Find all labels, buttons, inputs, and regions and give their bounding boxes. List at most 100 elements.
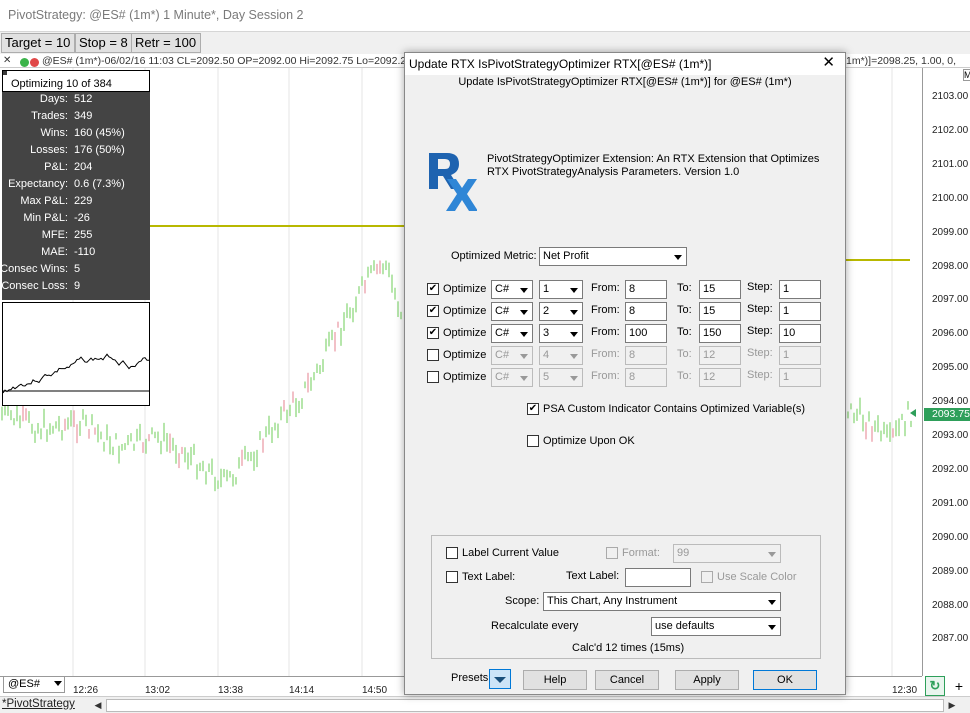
text-label-input[interactable]: [625, 568, 691, 587]
text-label-field-label: Text Label:: [566, 570, 620, 582]
help-button[interactable]: Help: [523, 670, 587, 690]
index-select[interactable]: 5: [539, 368, 583, 387]
presets-dropdown-button[interactable]: [489, 669, 511, 689]
from-label: From:: [591, 370, 620, 382]
refresh-button[interactable]: ↻: [925, 676, 945, 696]
optimize-upon-ok-label: Optimize Upon OK: [543, 435, 635, 447]
variable-value: C#: [495, 305, 510, 317]
recalc-select[interactable]: use defaults: [651, 617, 781, 636]
stop-button[interactable]: Stop = 8: [75, 33, 133, 53]
tab-pivotstrategy[interactable]: *PivotStrategy: [2, 698, 75, 710]
step-input[interactable]: 1: [779, 280, 821, 299]
chevron-down-icon: [671, 248, 686, 265]
close-icon[interactable]: ✕: [3, 56, 13, 66]
time-tick: 12:30: [892, 685, 918, 696]
scope-value: This Chart, Any Instrument: [547, 595, 678, 607]
optimize-checkbox[interactable]: [427, 371, 439, 383]
optimize-label: Optimize: [443, 305, 487, 317]
target-button[interactable]: Target = 10: [1, 33, 75, 53]
use-scale-color-label: Use Scale Color: [717, 571, 797, 583]
scroll-left-icon[interactable]: ◀: [92, 699, 104, 712]
from-input[interactable]: 8: [625, 280, 667, 299]
time-tick: 12:26: [73, 685, 99, 696]
stat-row: Trades: 349: [2, 110, 150, 127]
add-tab-button[interactable]: +: [950, 676, 968, 696]
cancel-button[interactable]: Cancel: [595, 670, 659, 690]
step-input[interactable]: 1: [779, 368, 821, 387]
variable-select[interactable]: C#: [491, 346, 533, 365]
price-tick: 2097.00: [932, 294, 969, 306]
index-select[interactable]: 4: [539, 346, 583, 365]
index-select[interactable]: 1: [539, 280, 583, 299]
format-checkbox[interactable]: [606, 547, 618, 559]
stat-row: P&L: 204: [2, 161, 150, 178]
scope-select[interactable]: This Chart, Any Instrument: [543, 592, 781, 611]
price-tick: 2103.00: [932, 91, 969, 102]
stat-value: 255: [74, 229, 93, 241]
symbol-combo[interactable]: @ES#: [3, 676, 65, 693]
price-tick: 2096.00: [932, 328, 969, 340]
stat-label: Wins:: [40, 127, 69, 139]
variable-select[interactable]: C#: [491, 280, 533, 299]
to-input[interactable]: 15: [699, 302, 741, 321]
equity-line: [2, 353, 150, 394]
index-value: 4: [543, 349, 550, 361]
format-select[interactable]: 99: [673, 544, 781, 563]
price-tick: 2100.00: [932, 192, 969, 204]
index-value: 5: [543, 371, 550, 383]
optimize-upon-ok-checkbox[interactable]: [527, 435, 539, 447]
optimize-checkbox[interactable]: ✔: [427, 327, 439, 339]
optimize-label: Optimize: [443, 349, 487, 361]
psa-checkbox[interactable]: ✔: [527, 403, 539, 415]
scroll-right-icon[interactable]: ▶: [946, 699, 958, 712]
from-input[interactable]: 8: [625, 368, 667, 387]
chevron-down-icon: [567, 347, 582, 364]
stat-label: Min P&L:: [23, 212, 68, 224]
close-icon[interactable]: ✕: [822, 55, 835, 71]
text-label-cb-label: Text Label:: [462, 571, 516, 583]
optimize-checkbox[interactable]: ✔: [427, 283, 439, 295]
window-title: PivotStrategy: @ES# (1m*) 1 Minute*, Day…: [8, 8, 304, 22]
stat-row: Wins: 160 (45%): [2, 127, 150, 144]
horizontal-scrollbar[interactable]: [106, 699, 944, 712]
to-input[interactable]: 12: [699, 368, 741, 387]
to-input[interactable]: 12: [699, 346, 741, 365]
use-scale-color-checkbox[interactable]: [701, 571, 713, 583]
variable-select[interactable]: C#: [491, 368, 533, 387]
from-input[interactable]: 8: [625, 302, 667, 321]
variable-select[interactable]: C#: [491, 324, 533, 343]
from-input[interactable]: 8: [625, 346, 667, 365]
recalc-value: use defaults: [655, 620, 715, 632]
calcd-status: Calc'd 12 times (15ms): [572, 642, 685, 654]
price-axis[interactable]: M 2103.00 2102.00 2101.00 2100.00 2099.00 209…: [922, 68, 970, 676]
metric-label: Optimized Metric:: [451, 250, 537, 262]
variable-select[interactable]: C#: [491, 302, 533, 321]
from-label: From:: [591, 326, 620, 338]
to-input[interactable]: 15: [699, 280, 741, 299]
label-current-value-checkbox[interactable]: [446, 547, 458, 559]
dialog-titlebar: Update RTX IsPivotStrategyOptimizer RTX[…: [405, 53, 845, 75]
retr-button[interactable]: Retr = 100: [131, 33, 201, 53]
stat-label: Losses:: [30, 144, 68, 156]
optimize-checkbox[interactable]: ✔: [427, 305, 439, 317]
index-select[interactable]: 3: [539, 324, 583, 343]
stat-value: 9: [74, 280, 81, 292]
stat-label: Consec Loss:: [1, 280, 68, 292]
step-input[interactable]: 10: [779, 324, 821, 343]
metric-select[interactable]: Net Profit: [539, 247, 687, 266]
step-input[interactable]: 1: [779, 346, 821, 365]
index-select[interactable]: 2: [539, 302, 583, 321]
step-label: Step:: [747, 347, 773, 359]
from-input[interactable]: 100: [625, 324, 667, 343]
apply-button[interactable]: Apply: [675, 670, 739, 690]
to-input[interactable]: 150: [699, 324, 741, 343]
text-label-checkbox[interactable]: [446, 571, 458, 583]
optimize-checkbox[interactable]: [427, 349, 439, 361]
step-input[interactable]: 1: [779, 302, 821, 321]
red-dot-icon: [30, 58, 39, 67]
variable-value: C#: [495, 371, 510, 383]
chevron-down-icon: [567, 325, 582, 342]
stat-row: Losses: 176 (50%): [2, 144, 150, 161]
from-label: From:: [591, 282, 620, 294]
ok-button[interactable]: OK: [753, 670, 817, 690]
